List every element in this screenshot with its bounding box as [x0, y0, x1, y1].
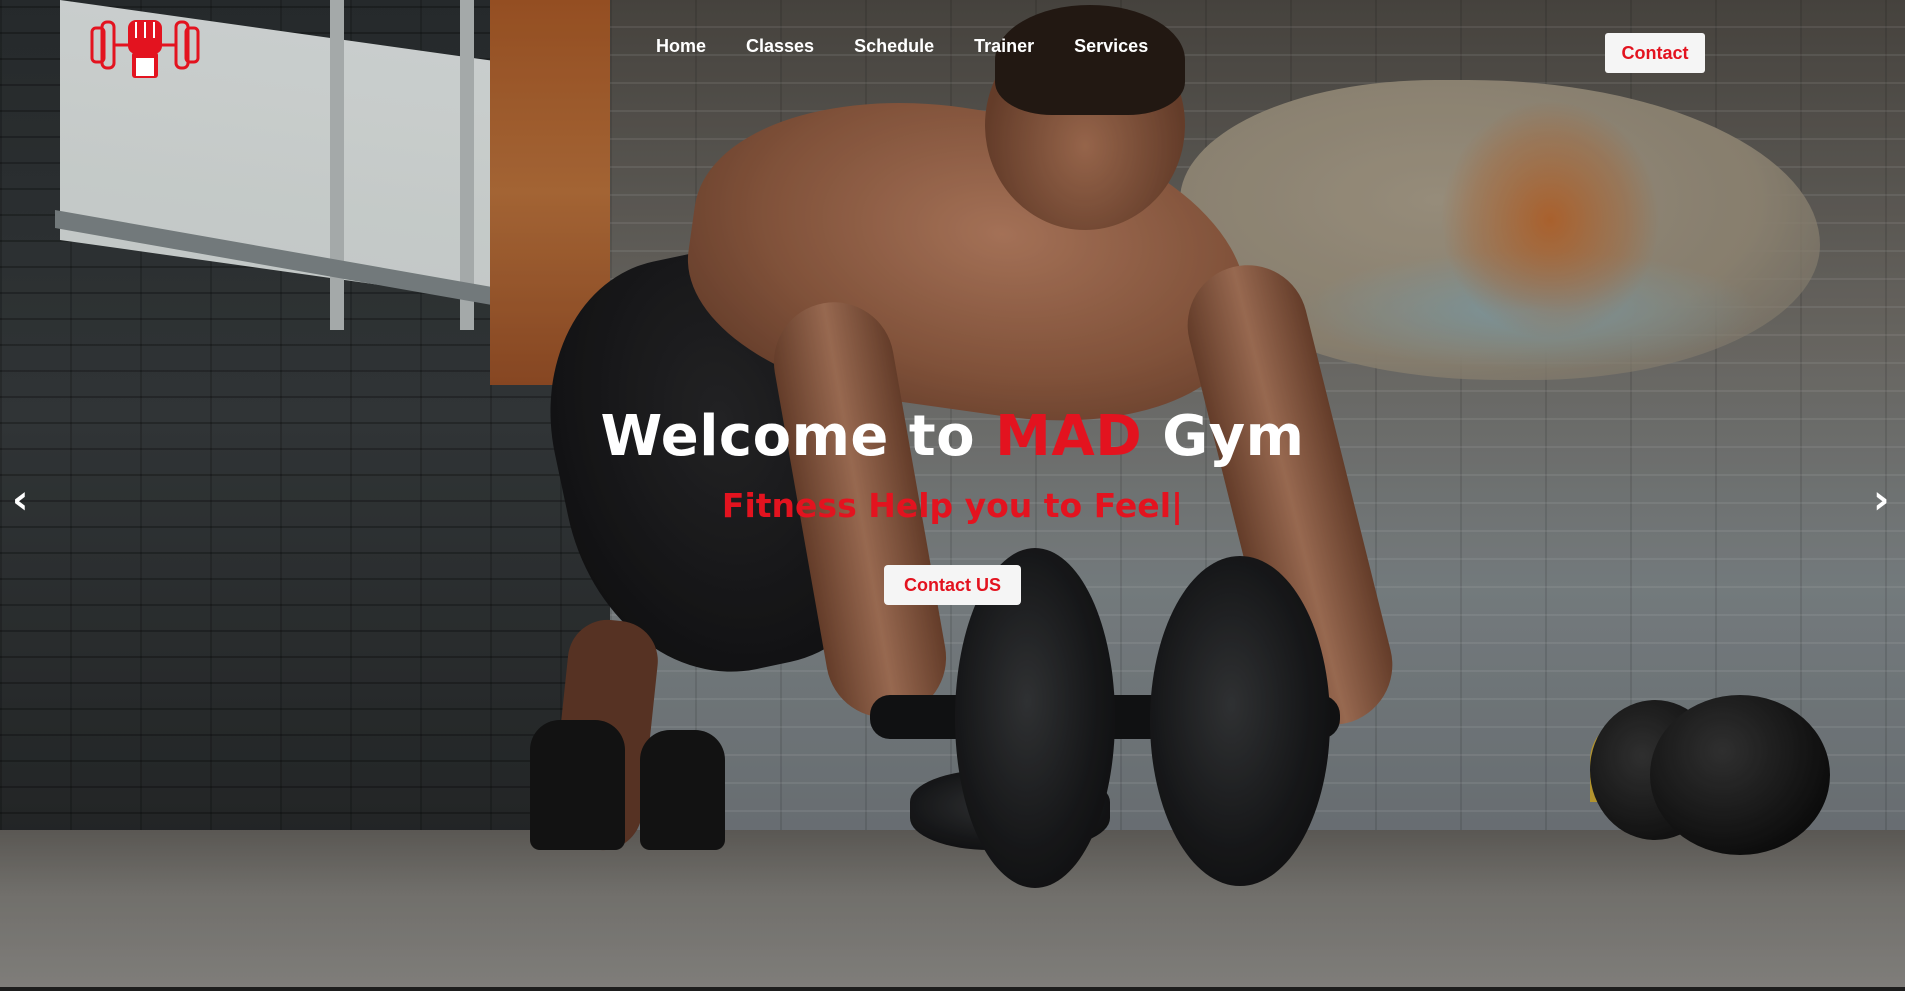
carousel-next-arrow-icon[interactable]: › — [1873, 480, 1889, 520]
hero-title: Welcome to MAD Gym — [0, 404, 1905, 469]
nav-home[interactable]: Home — [656, 36, 706, 57]
hero-title-accent: MAD — [995, 404, 1143, 469]
page-bottom-border — [0, 987, 1905, 991]
hero-title-suffix: Gym — [1142, 404, 1305, 469]
fist-dumbbell-icon — [90, 20, 200, 78]
hero-subtitle: Fitness Help you to Feel| — [721, 486, 1184, 525]
hero-title-prefix: Welcome to — [600, 404, 996, 469]
nav-schedule[interactable]: Schedule — [854, 36, 934, 57]
nav-services[interactable]: Services — [1074, 36, 1148, 57]
brand-logo[interactable] — [88, 14, 202, 86]
nav-classes[interactable]: Classes — [746, 36, 814, 57]
main-nav: Home Classes Schedule Trainer Services — [656, 36, 1188, 57]
nav-trainer[interactable]: Trainer — [974, 36, 1034, 57]
contact-button[interactable]: Contact — [1605, 33, 1705, 73]
contact-us-button[interactable]: Contact US — [884, 565, 1021, 605]
carousel-prev-arrow-icon[interactable]: ‹ — [12, 480, 28, 520]
